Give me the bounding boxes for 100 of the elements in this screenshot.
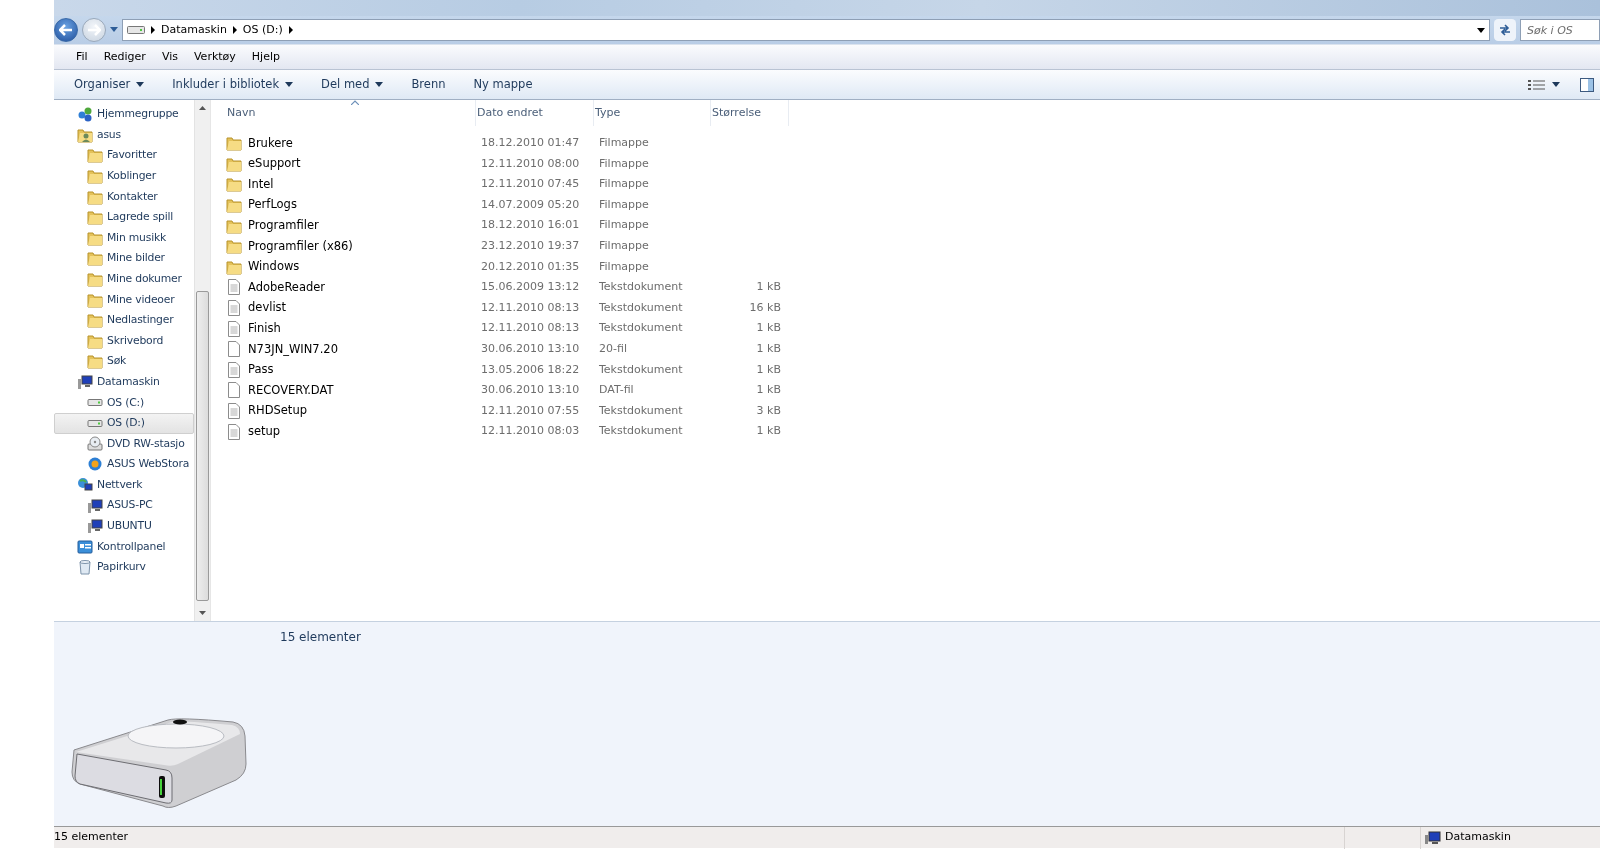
drive-icon <box>127 25 145 35</box>
file-name[interactable]: Programfiler <box>226 217 476 235</box>
tree-item[interactable]: Papirkurv <box>54 557 194 578</box>
type-cell-text: Filmappe <box>598 135 650 152</box>
tree-item[interactable]: UBUNTU <box>54 515 194 537</box>
menu-item[interactable]: Verktøy <box>185 48 244 66</box>
file-name[interactable]: PerfLogs <box>226 196 476 214</box>
date-cell-text: 23.12.2010 19:37 <box>480 238 581 254</box>
tree-item[interactable]: asus <box>54 124 194 146</box>
date-cell-text: 12.11.2010 08:03 <box>480 423 581 440</box>
control-panel-icon <box>77 538 93 555</box>
date-cell-text: 18.12.2010 16:01 <box>480 217 581 234</box>
caret-icon[interactable] <box>110 27 118 33</box>
folder-icon <box>87 271 103 288</box>
date-cell-text: 12.11.2010 07:55 <box>480 402 581 419</box>
column-header[interactable]: Navn <box>226 100 476 126</box>
toolbar-button[interactable]: Organiser <box>60 75 159 94</box>
text-document-icon <box>226 361 242 378</box>
toolbar-button[interactable]: Ny mappe <box>459 75 547 94</box>
size-cell-text: 1 kB <box>755 382 782 399</box>
column-header[interactable]: Type <box>594 100 711 126</box>
toolbar-button[interactable]: Inkluder i bibliotek <box>158 75 308 94</box>
tree-item[interactable]: Nettverk <box>54 474 194 496</box>
tree-item[interactable]: OS (C:) <box>54 392 194 413</box>
column-header[interactable]: Dato endret <box>476 100 594 126</box>
chevron-icon <box>151 26 155 34</box>
file-name[interactable]: Intel <box>226 175 476 194</box>
item-count: 15 elementer <box>280 629 361 646</box>
folder-icon <box>226 217 242 234</box>
scrollbar[interactable] <box>194 100 210 621</box>
file-name[interactable]: Programfiler (x86) <box>226 237 476 255</box>
search-field[interactable]: Søk i OS <box>1520 19 1600 41</box>
file-name[interactable]: N73JN_WIN7.20 <box>226 340 476 358</box>
tree-item[interactable]: Lagrede spill <box>54 206 194 228</box>
file-name[interactable]: RECOVERY.DAT <box>226 381 476 400</box>
folder-icon <box>226 135 242 152</box>
file-name[interactable]: Windows <box>226 258 476 276</box>
file-name[interactable]: eSupport <box>226 155 476 173</box>
tree-item[interactable]: Kontakter <box>54 186 194 207</box>
file-name[interactable]: RHDSetup <box>226 402 476 420</box>
breadcrumb[interactable]: Datamaskin <box>161 21 227 39</box>
type-cell-text: Tekstdokument <box>598 423 684 440</box>
type-cell-text: Tekstdokument <box>598 279 684 296</box>
file-name[interactable]: Brukere <box>226 134 476 152</box>
scrollbar-thumb[interactable] <box>196 291 209 601</box>
scroll-down-icon[interactable] <box>199 611 206 615</box>
toolbar-button[interactable]: Brenn <box>397 75 460 94</box>
file-name[interactable]: Pass <box>226 361 476 379</box>
document-icon <box>226 382 242 399</box>
address-bar[interactable]: Datamaskin OS (D:) <box>122 19 1490 41</box>
refresh-button[interactable] <box>1494 19 1516 41</box>
file-name[interactable]: setup <box>226 423 476 441</box>
sync-icon <box>87 456 103 473</box>
tree-item[interactable]: OS (D:) <box>54 412 194 434</box>
toolbar-button[interactable]: Del med <box>307 75 398 94</box>
menu-item[interactable]: Fil <box>68 48 96 66</box>
file-name[interactable]: Finish <box>226 320 476 338</box>
tree-item[interactable]: Mine bilder <box>54 248 194 269</box>
type-cell-text: Tekstdokument <box>598 402 684 419</box>
tree-item[interactable]: Min musikk <box>54 227 194 249</box>
tree-item[interactable]: Skrivebord <box>54 330 194 352</box>
tree-item[interactable]: DVD RW-stasjo <box>54 433 194 455</box>
preview-pane-icon[interactable] <box>1580 77 1594 92</box>
drive-icon <box>87 419 103 427</box>
tree-item[interactable]: ASUS-PC <box>54 495 194 516</box>
tree-item[interactable]: Koblinger <box>54 165 194 187</box>
scroll-up-icon[interactable] <box>199 106 206 110</box>
breadcrumb[interactable]: OS (D:) <box>242 21 283 39</box>
tree-item[interactable]: Søk <box>54 351 194 372</box>
tree-item[interactable]: Mine videoer <box>54 289 194 310</box>
caret-icon[interactable] <box>1552 82 1560 87</box>
file-name[interactable]: devlist <box>226 299 476 317</box>
menu-item[interactable]: Hjelp <box>243 48 288 66</box>
size-cell-text: 1 kB <box>755 423 782 440</box>
folder-icon <box>87 250 103 267</box>
back-button[interactable] <box>54 18 78 42</box>
tree-item[interactable]: Datamaskin <box>54 371 194 393</box>
arrow-left-icon <box>59 24 73 36</box>
text-document-icon <box>226 403 242 419</box>
menu-item[interactable]: Rediger <box>95 48 154 66</box>
folder-icon <box>87 147 103 164</box>
size-cell-text: 1 kB <box>755 341 782 357</box>
column-header[interactable]: Størrelse <box>711 100 789 126</box>
folder-icon <box>87 168 103 185</box>
file-name[interactable]: AdobeReader <box>226 278 476 297</box>
menu-item[interactable]: Vis <box>153 48 186 66</box>
type-cell-text: Filmappe <box>598 258 650 275</box>
tree-item[interactable]: Nedlastinger <box>54 309 194 331</box>
tree-item[interactable]: Mine dokumer <box>54 268 194 290</box>
type-cell-text: Filmappe <box>598 217 650 234</box>
tree-item[interactable]: Favoritter <box>54 145 194 166</box>
type-cell-text: Filmappe <box>598 196 650 213</box>
user-folder-icon <box>77 126 93 143</box>
size-cell-text: 1 kB <box>755 279 782 296</box>
tree-item[interactable]: ASUS WebStora <box>54 454 194 475</box>
type-cell-text: Filmappe <box>598 238 650 254</box>
text-document-icon <box>226 320 242 337</box>
view-options-icon[interactable] <box>1528 78 1546 91</box>
tree-item[interactable]: Kontrollpanel <box>54 536 194 558</box>
tree-item[interactable]: Hjemmegruppe <box>54 104 194 125</box>
